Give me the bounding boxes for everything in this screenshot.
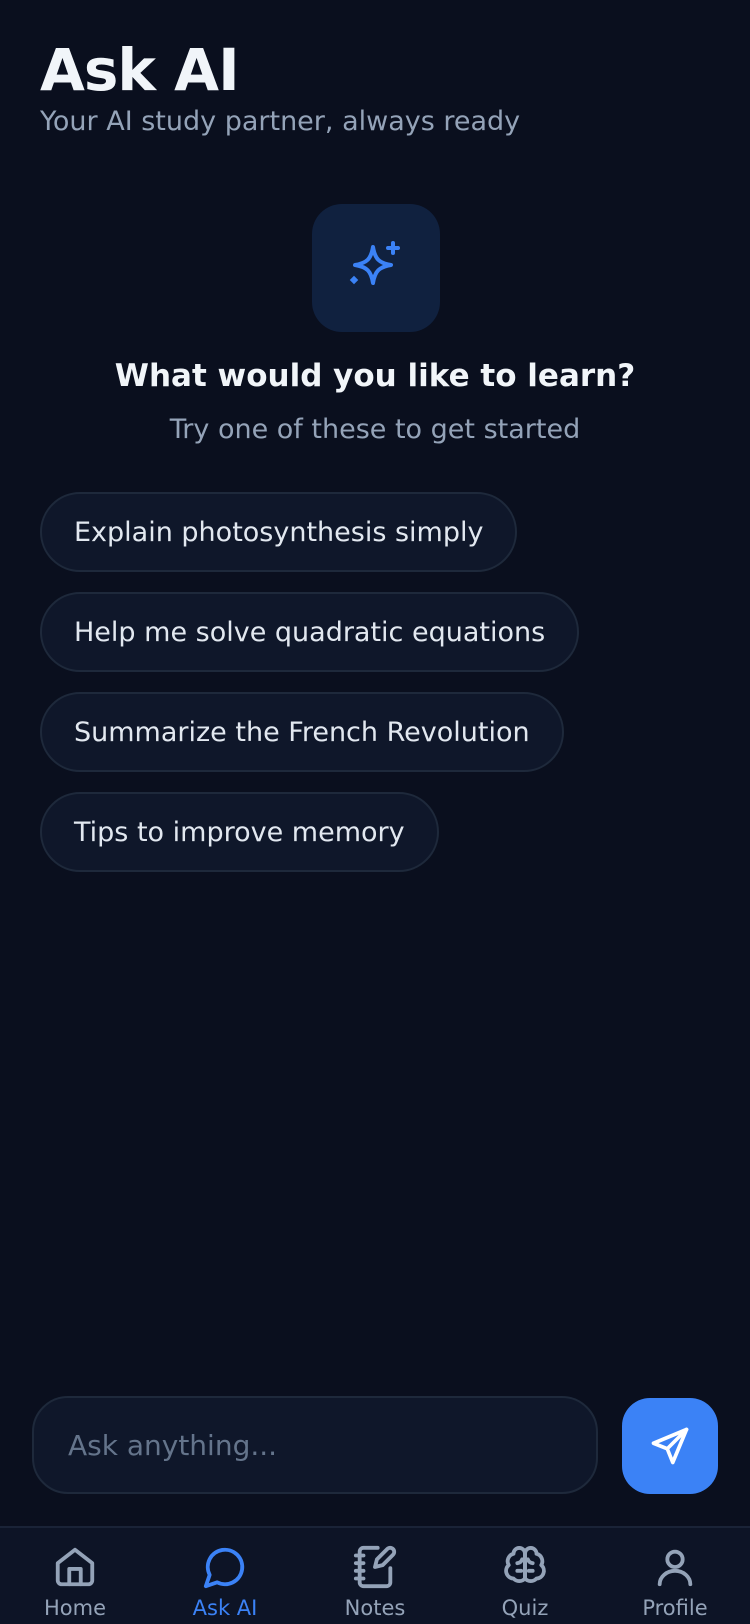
ask-input[interactable] <box>66 1427 564 1463</box>
home-icon <box>55 1547 95 1587</box>
user-icon <box>657 1549 693 1587</box>
hero-subtitle: Try one of these to get started <box>169 414 581 445</box>
tab-notes[interactable]: Notes <box>300 1528 450 1624</box>
suggestion-chip[interactable]: Summarize the French Revolution <box>40 692 564 772</box>
sparkles-icon <box>312 204 440 332</box>
tab-home[interactable]: Home <box>0 1528 150 1624</box>
brain-icon <box>504 1546 546 1583</box>
page-title: Ask AI <box>40 36 240 104</box>
tab-ask-ai[interactable]: Ask AI <box>150 1528 300 1624</box>
page-subtitle: Your AI study partner, always ready <box>40 106 521 137</box>
send-button[interactable] <box>622 1398 718 1494</box>
suggestion-chip[interactable]: Tips to improve memory <box>40 792 439 872</box>
tab-label: Notes <box>344 1596 406 1620</box>
bottom-tab-bar: Home Ask AI Notes Quiz Profile <box>0 1526 750 1624</box>
tab-label: Quiz <box>501 1596 549 1620</box>
notes-icon <box>353 1545 397 1589</box>
tab-quiz[interactable]: Quiz <box>450 1528 600 1624</box>
tab-label: Home <box>43 1596 106 1620</box>
message-composer <box>32 1396 598 1494</box>
tab-profile[interactable]: Profile <box>600 1528 750 1624</box>
hero-title: What would you like to learn? <box>114 358 636 394</box>
tab-label: Ask AI <box>192 1596 258 1620</box>
suggestion-chip[interactable]: Explain photosynthesis simply <box>40 492 518 572</box>
page-header: Ask AI Your AI study partner, always rea… <box>40 30 520 137</box>
tab-label: Profile <box>642 1596 708 1620</box>
send-icon <box>651 1427 689 1465</box>
suggestion-list: Explain photosynthesis simply Help me so… <box>40 492 580 892</box>
suggestion-chip[interactable]: Help me solve quadratic equations <box>40 592 580 672</box>
chat-bubble-icon <box>203 1547 245 1589</box>
